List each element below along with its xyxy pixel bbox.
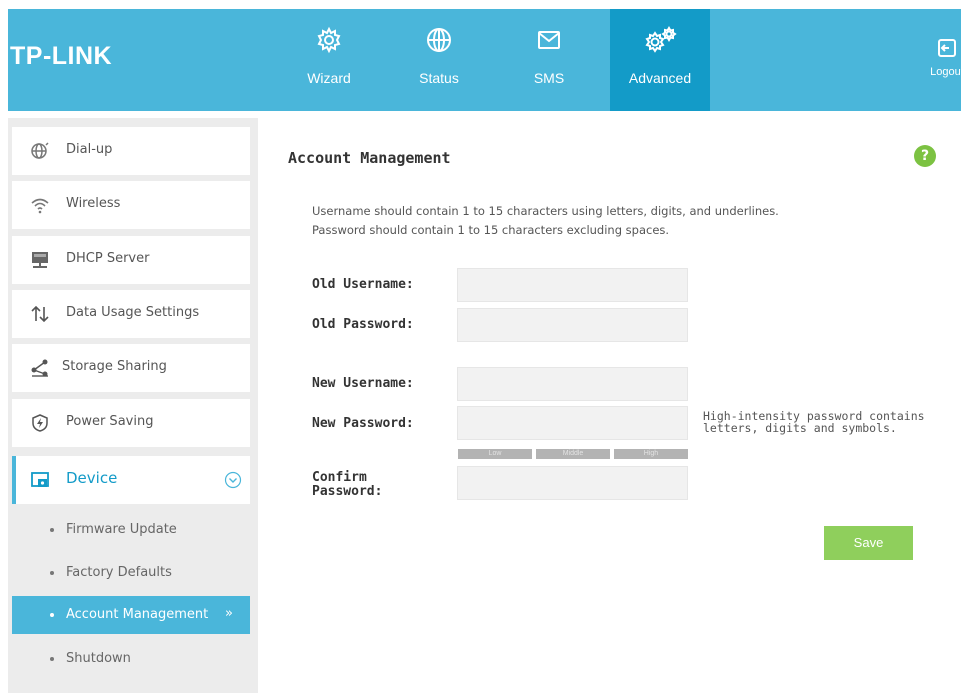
sidebar-item-dialup[interactable]: Dial-up xyxy=(12,127,250,175)
confirm-password-input[interactable] xyxy=(457,466,688,500)
nav-advanced-label: Advanced xyxy=(628,70,692,86)
sidebar-subitem-shutdown[interactable]: Shutdown xyxy=(12,640,250,678)
sidebar-item-label: Device xyxy=(66,469,118,487)
bullet-icon xyxy=(50,657,54,661)
old-username-label: Old Username: xyxy=(312,277,414,292)
bullet-icon xyxy=(50,571,54,575)
strength-middle: Middle xyxy=(536,449,610,459)
logout-icon xyxy=(938,39,956,57)
sidebar-item-data-usage-settings[interactable]: Data Usage Settings xyxy=(12,290,250,338)
new-password-label: New Password: xyxy=(312,416,414,431)
sidebar-subitem-label: Firmware Update xyxy=(66,522,177,537)
strength-high: High xyxy=(614,449,688,459)
sidebar-item-label: Wireless xyxy=(66,196,121,211)
server-icon xyxy=(32,252,48,268)
sidebar-subitem-factory-defaults[interactable]: Factory Defaults xyxy=(12,554,250,592)
sidebar-subitem-label: Shutdown xyxy=(66,651,131,666)
new-password-input[interactable] xyxy=(457,406,688,440)
sidebar-subitem-firmware-update[interactable]: Firmware Update xyxy=(12,511,250,549)
nav-sms[interactable]: SMS xyxy=(499,9,599,111)
username-rule-text: Username should contain 1 to 15 characte… xyxy=(312,204,779,218)
sidebar-item-wireless[interactable]: Wireless xyxy=(12,181,250,229)
sidebar-item-label: Storage Sharing xyxy=(62,359,167,374)
nav-wizard[interactable]: Wizard xyxy=(279,9,379,111)
nav-status[interactable]: Status xyxy=(389,9,489,111)
bullet-icon xyxy=(50,528,54,532)
password-tip-line: letters, digits and symbols. xyxy=(703,421,897,435)
nav-sms-label: SMS xyxy=(533,70,565,86)
old-username-input[interactable] xyxy=(457,268,688,302)
sidebar-item-device[interactable]: Device xyxy=(12,456,250,504)
password-strength-tip: High-intensity password contains letters… xyxy=(703,410,925,434)
sidebar-item-label: Dial-up xyxy=(66,142,113,157)
envelope-icon xyxy=(538,31,560,49)
old-password-input[interactable] xyxy=(457,308,688,342)
password-rule-text: Password should contain 1 to 15 characte… xyxy=(312,223,670,237)
new-username-label: New Username: xyxy=(312,376,414,391)
share-icon xyxy=(31,359,48,377)
dialup-globe-icon xyxy=(31,142,49,159)
nav-status-label: Status xyxy=(419,70,459,86)
sidebar-item-label: Power Saving xyxy=(66,414,154,429)
sidebar-subitem-label: Account Management xyxy=(66,607,209,622)
sidebar-item-storage-sharing[interactable]: Storage Sharing xyxy=(12,344,250,392)
globe-icon xyxy=(427,28,451,52)
device-icon xyxy=(31,472,49,487)
confirm-label-line: Confirm xyxy=(312,470,367,485)
confirm-password-label: Confirm Password: xyxy=(312,471,382,499)
sidebar: Dial-up Wireless DHCP Server Data Usage … xyxy=(8,118,258,693)
sidebar-item-label: DHCP Server xyxy=(66,251,150,266)
nav-wizard-label: Wizard xyxy=(307,70,351,86)
logout-label: Logout xyxy=(930,66,961,78)
power-shield-icon xyxy=(32,414,48,432)
sidebar-item-dhcp-server[interactable]: DHCP Server xyxy=(12,236,250,284)
gear-icon xyxy=(317,26,341,54)
confirm-label-line: Password: xyxy=(312,484,383,499)
bullet-icon xyxy=(50,613,54,617)
double-chevron-right-icon: » xyxy=(225,606,233,621)
main-panel: Account Management ? Username should con… xyxy=(262,118,961,693)
sidebar-subitem-label: Factory Defaults xyxy=(66,565,172,580)
old-password-label: Old Password: xyxy=(312,317,414,332)
page-title: Account Management xyxy=(288,149,451,167)
save-button[interactable]: Save xyxy=(824,526,913,560)
top-header: TP-LINK Wizard Status SMS Advanced Logou… xyxy=(8,9,961,111)
help-icon[interactable]: ? xyxy=(914,145,936,167)
sidebar-item-power-saving[interactable]: Power Saving xyxy=(12,399,250,447)
wifi-icon xyxy=(31,198,49,214)
sidebar-subitem-account-management[interactable]: Account Management » xyxy=(12,596,250,634)
nav-advanced[interactable]: Advanced xyxy=(610,9,710,111)
strength-low: Low xyxy=(458,449,532,459)
tp-link-logo: TP-LINK xyxy=(10,42,113,70)
sidebar-item-label: Data Usage Settings xyxy=(66,305,200,320)
chevron-down-icon[interactable] xyxy=(224,471,242,489)
updown-arrows-icon xyxy=(31,305,49,323)
gears-icon xyxy=(645,26,677,53)
new-username-input[interactable] xyxy=(457,367,688,401)
